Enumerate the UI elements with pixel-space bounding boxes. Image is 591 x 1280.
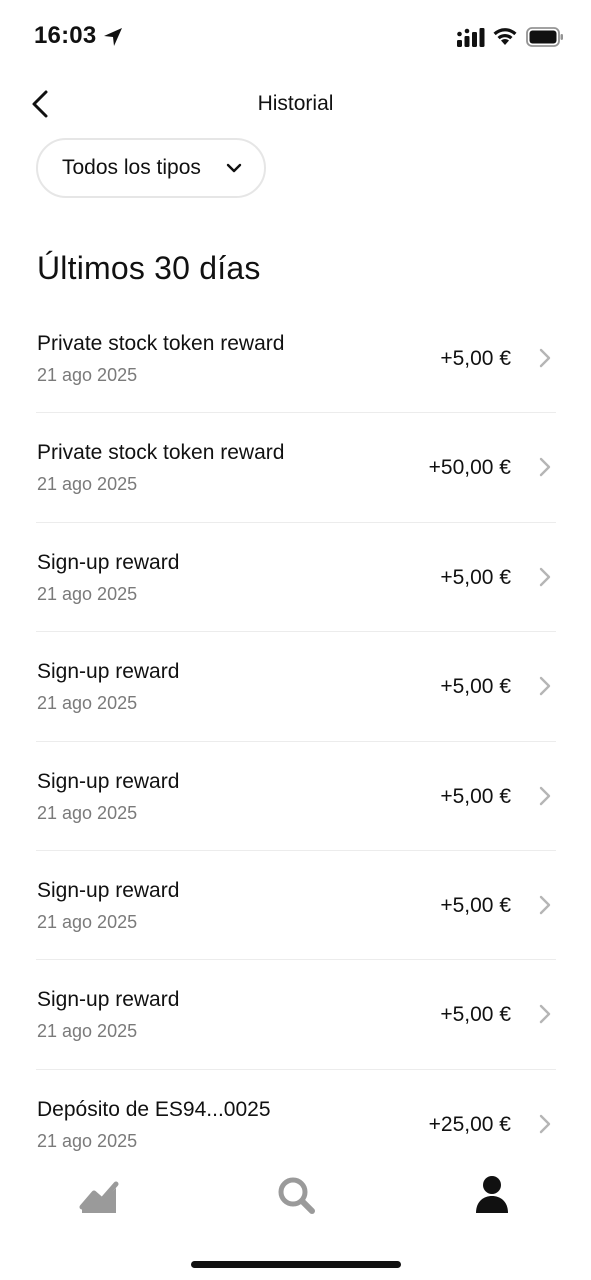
transaction-date: 21 ago 2025 xyxy=(37,802,138,823)
transaction-title: Sign-up reward xyxy=(37,988,180,1012)
tab-portfolio[interactable] xyxy=(76,1173,124,1217)
transaction-date: 21 ago 2025 xyxy=(37,583,138,604)
transaction-amount: +5,00 € xyxy=(440,675,511,699)
status-time: 16:03 xyxy=(34,22,97,49)
page-title: Historial xyxy=(257,92,334,115)
transaction-list: Private stock token reward 21 ago 2025 +… xyxy=(36,304,556,1179)
profile-icon xyxy=(476,1176,508,1213)
transaction-title: Sign-up reward xyxy=(37,878,180,902)
chevron-down-icon xyxy=(226,163,242,173)
section-title: Últimos 30 días xyxy=(37,250,261,286)
transaction-row[interactable]: Sign-up reward 21 ago 2025 +5,00 € xyxy=(36,742,556,851)
search-icon xyxy=(278,1177,315,1214)
transaction-amount: +5,00 € xyxy=(440,1003,511,1027)
transaction-date: 21 ago 2025 xyxy=(37,365,138,385)
cellular-signal-icon xyxy=(457,28,485,47)
chevron-right-icon xyxy=(539,1114,551,1133)
filter-label: Todos los tipos xyxy=(62,156,201,179)
transaction-title: Sign-up reward xyxy=(37,660,180,684)
transaction-amount: +5,00 € xyxy=(440,784,511,808)
status-bar: 16:03 xyxy=(0,0,591,76)
transaction-title: Depósito de ES94...0025 xyxy=(37,1097,271,1121)
transaction-amount: +50,00 € xyxy=(428,456,511,480)
transaction-title: Sign-up reward xyxy=(37,769,180,793)
tab-bar xyxy=(0,1155,591,1280)
portfolio-chart-icon xyxy=(79,1181,119,1213)
transaction-date: 21 ago 2025 xyxy=(37,1021,138,1042)
transaction-row[interactable]: Sign-up reward 21 ago 2025 +5,00 € xyxy=(36,960,556,1070)
battery-icon xyxy=(526,27,563,47)
location-arrow-icon xyxy=(104,28,122,46)
chevron-right-icon xyxy=(539,348,551,368)
tab-profile[interactable] xyxy=(468,1173,516,1217)
tab-search[interactable] xyxy=(272,1173,320,1217)
transaction-title: Private stock token reward xyxy=(37,441,285,465)
home-indicator xyxy=(191,1261,401,1268)
transaction-amount: +5,00 € xyxy=(440,893,511,917)
chevron-right-icon xyxy=(539,567,551,586)
chevron-right-icon xyxy=(539,786,551,805)
chevron-right-icon xyxy=(539,676,551,696)
transaction-title: Sign-up reward xyxy=(37,550,180,574)
transaction-row[interactable]: Sign-up reward 21 ago 2025 +5,00 € xyxy=(36,851,556,961)
chevron-right-icon xyxy=(539,895,551,915)
nav-bar: Historial xyxy=(0,76,591,132)
chevron-right-icon xyxy=(539,458,551,477)
transaction-title: Private stock token reward xyxy=(37,332,285,355)
transaction-amount: +25,00 € xyxy=(428,1112,511,1136)
transaction-date: 21 ago 2025 xyxy=(37,911,138,932)
transaction-date: 21 ago 2025 xyxy=(37,693,138,714)
type-filter-dropdown[interactable]: Todos los tipos xyxy=(36,138,266,198)
transaction-row[interactable]: Sign-up reward 21 ago 2025 +5,00 € xyxy=(36,523,556,633)
transaction-date: 21 ago 2025 xyxy=(37,474,138,495)
transaction-row[interactable]: Sign-up reward 21 ago 2025 +5,00 € xyxy=(36,632,556,742)
transaction-amount: +5,00 € xyxy=(440,347,511,370)
transaction-date: 21 ago 2025 xyxy=(37,1130,138,1151)
wifi-icon xyxy=(493,28,517,45)
transaction-amount: +5,00 € xyxy=(440,565,511,589)
transaction-row[interactable]: Private stock token reward 21 ago 2025 +… xyxy=(36,304,556,414)
chevron-right-icon xyxy=(539,1005,551,1024)
transaction-row[interactable]: Private stock token reward 21 ago 2025 +… xyxy=(36,413,556,523)
